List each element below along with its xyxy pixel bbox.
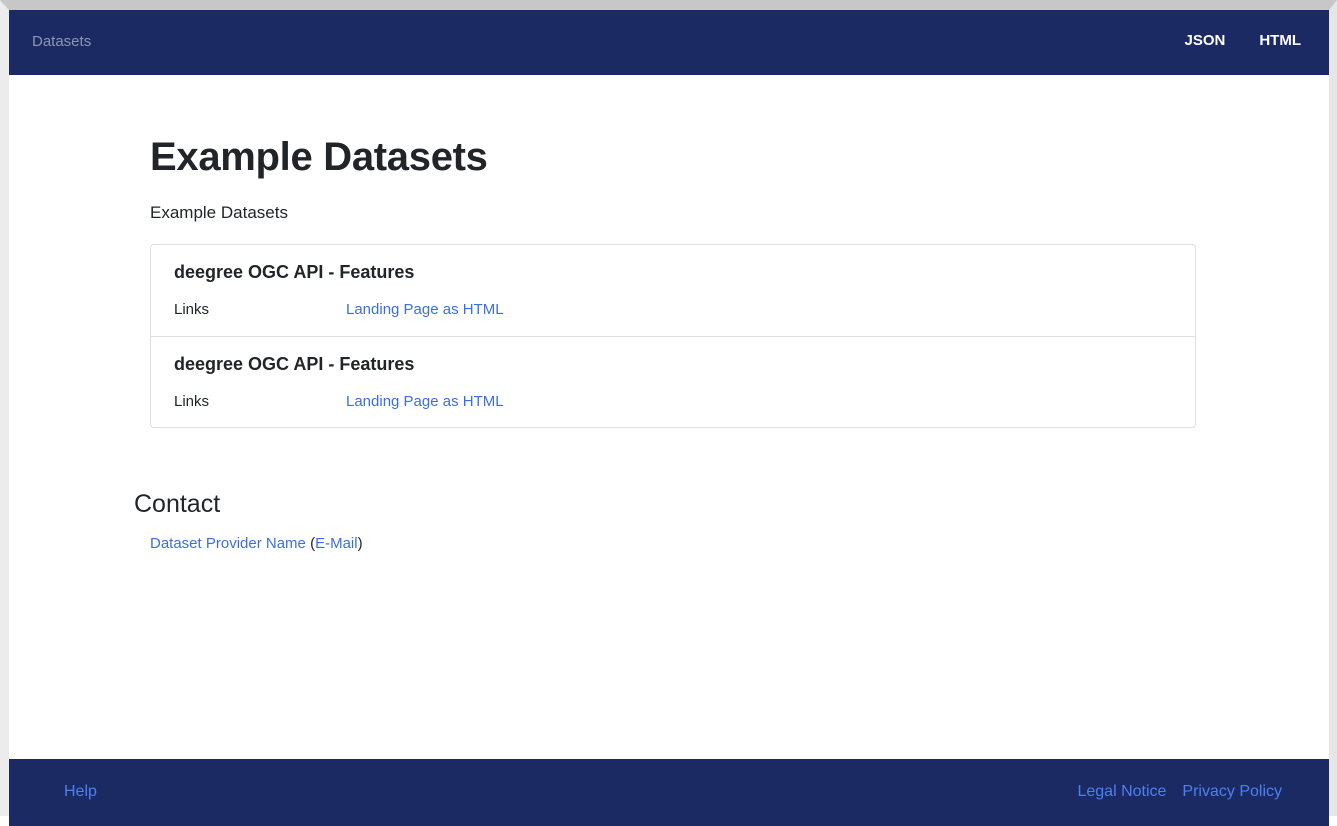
nav-link-json[interactable]: JSON bbox=[1184, 32, 1225, 49]
legal-notice-link[interactable]: Legal Notice bbox=[1077, 783, 1166, 801]
nav-link-html[interactable]: HTML bbox=[1259, 32, 1301, 49]
page-description: Example Datasets bbox=[150, 203, 288, 222]
landing-page-html-link[interactable]: Landing Page as HTML bbox=[346, 393, 504, 410]
top-navbar: Datasets JSON HTML bbox=[9, 10, 1329, 75]
provider-name-link[interactable]: Dataset Provider Name bbox=[150, 535, 306, 552]
dataset-title: deegree OGC API - Features bbox=[174, 354, 415, 374]
browser-viewport: Datasets JSON HTML Example Datasets Exam… bbox=[0, 0, 1337, 826]
footer-legal-links: Legal Notice Privacy Policy bbox=[1077, 783, 1282, 801]
navbar-brand-datasets[interactable]: Datasets bbox=[32, 33, 91, 50]
dataset-title: deegree OGC API - Features bbox=[174, 262, 415, 282]
contact-heading: Contact bbox=[134, 490, 221, 518]
landing-page-html-link[interactable]: Landing Page as HTML bbox=[346, 301, 504, 318]
navbar-format-links: JSON HTML bbox=[1184, 32, 1301, 49]
contact-line: Dataset Provider Name (E-Mail) bbox=[150, 535, 363, 552]
paren-close: ) bbox=[357, 535, 363, 552]
dataset-links-label: Links bbox=[174, 393, 210, 410]
page-title: Example Datasets bbox=[150, 135, 488, 179]
dataset-item: deegree OGC API - Features Links Landing… bbox=[151, 245, 1195, 336]
dataset-links-label: Links bbox=[174, 301, 210, 318]
dataset-item: deegree OGC API - Features Links Landing… bbox=[151, 336, 1195, 427]
footer-help-link[interactable]: Help bbox=[64, 783, 97, 801]
email-link[interactable]: E-Mail bbox=[315, 535, 358, 552]
privacy-policy-link[interactable]: Privacy Policy bbox=[1182, 783, 1282, 801]
dataset-list: deegree OGC API - Features Links Landing… bbox=[150, 244, 1196, 428]
